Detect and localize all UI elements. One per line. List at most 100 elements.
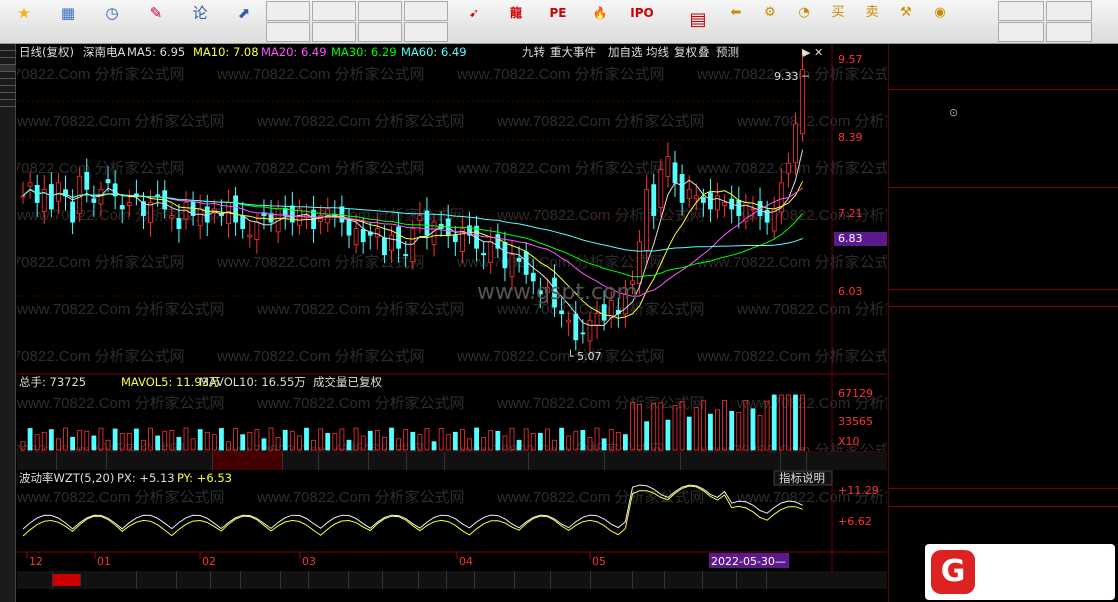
indicator-help-button[interactable]: 指标说明 [779, 471, 825, 485]
toolbar-feature-1[interactable]: 龍 [494, 0, 538, 44]
sidebar-tab-4[interactable] [0, 72, 16, 79]
indicator-tab-6[interactable] [241, 571, 281, 589]
toolbar-action-5[interactable]: ⚒ [890, 0, 922, 44]
volume-tab-4[interactable] [283, 452, 319, 470]
sidebar-tab-2[interactable] [0, 58, 16, 65]
toolbar-feature-2[interactable]: PE [536, 0, 580, 44]
toolbar-link-0[interactable] [266, 1, 310, 21]
toolbar-action-0[interactable]: ⬅ [720, 0, 752, 44]
toolbar-link-b3[interactable] [404, 22, 448, 42]
toolbar-action-1[interactable]: ⚙ [754, 0, 786, 44]
indicator-tab-18[interactable] [665, 571, 703, 589]
chart-header-button-1[interactable]: 重大事件 [550, 45, 596, 59]
toolbar-feature-4[interactable]: IPO [620, 0, 664, 44]
indicator-tab-8[interactable] [309, 571, 349, 589]
volume-tab-6[interactable] [369, 452, 407, 470]
month-label: 12 [29, 555, 43, 568]
indicator-tab-2[interactable] [81, 571, 137, 589]
sidebar-tab-6[interactable] [0, 86, 16, 93]
toolbar-feature-3[interactable]: 🔥 [578, 0, 622, 44]
volume-bar [793, 394, 798, 451]
chat-icon: 论 [192, 4, 208, 22]
volume-bar [771, 394, 777, 451]
sidebar-tab-5[interactable] [0, 79, 16, 86]
indicator-tab-5[interactable] [211, 571, 241, 589]
volume-tab-5[interactable] [319, 452, 369, 470]
volume-tab-9[interactable] [529, 452, 605, 470]
volume-tab-2[interactable] [107, 452, 213, 470]
toolbar-action-4[interactable]: 卖 [856, 0, 888, 44]
indicator-tab-9[interactable] [349, 571, 383, 589]
candle [658, 169, 664, 209]
indicator-tab-12[interactable] [447, 571, 475, 589]
sidebar-tab-7[interactable] [0, 93, 16, 100]
toolbar-right-0[interactable] [998, 1, 1044, 21]
kline-chart-area[interactable]: www.70822.Com 分析家公式网 www.70822.Com 分析家公式网… [0, 44, 945, 574]
toolbar-link-2[interactable] [358, 1, 402, 21]
toolbar-button-3[interactable]: ✎ [134, 0, 178, 44]
indicator-tab-20[interactable] [737, 571, 767, 589]
toolbar-link-b0[interactable] [266, 22, 310, 42]
month-label: 05 [592, 555, 606, 568]
speed-icon: ◔ [798, 5, 810, 20]
toolbar-feature-0[interactable]: ➹ [452, 0, 496, 44]
toolbar-right-1[interactable] [1046, 1, 1092, 21]
toolbar-button-5[interactable]: ⬈ [222, 0, 266, 44]
chart-header-button-4[interactable]: 复权 [674, 45, 697, 59]
toolbar-right-b1[interactable] [1046, 22, 1092, 42]
volume-bar [211, 434, 217, 451]
toolbar-link-3[interactable] [404, 1, 448, 21]
toolbar-action-6[interactable]: ◉ [924, 0, 956, 44]
sidebar-tab-8[interactable] [0, 100, 16, 107]
indicator-tab-3[interactable] [137, 571, 177, 589]
volume-tab-10[interactable] [605, 452, 681, 470]
toolbar-link-1[interactable] [312, 1, 356, 21]
indicator-tab-17[interactable] [633, 571, 665, 589]
candle [516, 258, 522, 262]
volume-bar [70, 436, 76, 451]
sidebar-tab-3[interactable] [0, 65, 16, 72]
menu-icon[interactable]: ▤ [676, 0, 720, 44]
volume-tab-0[interactable] [19, 452, 57, 470]
toolbar-button-1[interactable]: ▦ [46, 0, 90, 44]
play-icon[interactable]: ▶ ✕ [802, 46, 823, 59]
volume-tab-3[interactable] [213, 452, 283, 470]
volume-tab-7[interactable] [407, 452, 445, 470]
indicator-tab-0[interactable] [19, 571, 53, 589]
toolbar-link-b1[interactable] [312, 22, 356, 42]
indicator-tab-14[interactable] [515, 571, 551, 589]
chart-header-button-3[interactable]: 均线 [646, 45, 669, 59]
indicator-tab-11[interactable] [419, 571, 447, 589]
watermark-text: www.70822.Com 分析家公式网 [456, 160, 665, 177]
volume-tab-8[interactable] [445, 452, 529, 470]
indicator-axis-label: +6.62 [838, 515, 872, 528]
indicator-tab-15[interactable] [551, 571, 591, 589]
toolbar-button-2[interactable]: ◷ [90, 0, 134, 44]
toolbar-action-3[interactable]: 买 [822, 0, 854, 44]
chart-header-button-5[interactable]: 叠 [698, 45, 710, 59]
volume-bar [452, 431, 458, 451]
toolbar-action-2[interactable]: ◔ [788, 0, 820, 44]
indicator-tab-4[interactable] [177, 571, 211, 589]
toolbar-button-4[interactable]: 论 [178, 0, 222, 44]
toolbar-link-b2[interactable] [358, 22, 402, 42]
price-axis-label: 6.03 [838, 285, 863, 298]
indicator-tab-19[interactable] [703, 571, 737, 589]
sidebar-tab-1[interactable] [0, 51, 16, 58]
indicator-tab-10[interactable] [383, 571, 419, 589]
indicator-tab-13[interactable] [475, 571, 515, 589]
toolbar-button-0[interactable]: ★ [2, 0, 46, 44]
clock-icon: ◷ [105, 4, 119, 22]
indicator-tab-7[interactable] [281, 571, 309, 589]
volume-tab-11[interactable] [681, 452, 781, 470]
chart-header-button-6[interactable]: 预测 [716, 45, 739, 59]
volume-tab-12[interactable] [781, 452, 807, 470]
candle [84, 171, 90, 190]
indicator-tab-16[interactable] [591, 571, 633, 589]
sidebar-tab-0[interactable] [0, 44, 16, 51]
toolbar-right-b0[interactable] [998, 22, 1044, 42]
volume-tab-1[interactable] [57, 452, 107, 470]
candle [722, 202, 728, 206]
chart-header-button-0[interactable]: 九转 [522, 45, 545, 59]
chart-header-button-2[interactable]: 加自选 [608, 45, 643, 59]
